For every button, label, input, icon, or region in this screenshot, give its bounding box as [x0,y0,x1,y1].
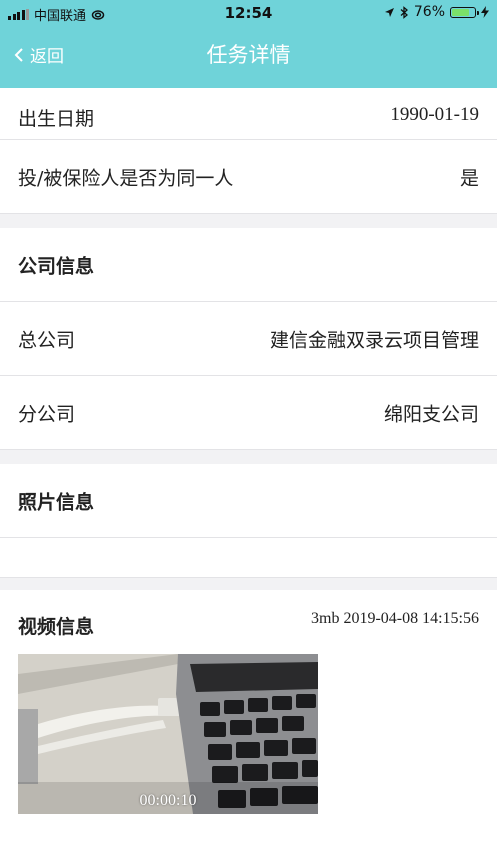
video-thumbnail[interactable]: 00:00:10 [18,654,318,814]
status-right: 76% [384,4,489,20]
section-divider [0,450,497,464]
charging-bolt-icon [481,6,489,18]
video-section: 视频信息 3mb 2019-04-08 14:15:56 00:00:10 [0,590,497,850]
head-office-row: 总公司 建信金融双录云项目管理 [0,302,497,376]
page-title: 任务详情 [206,43,291,67]
battery-level [452,8,469,16]
section-divider [0,578,497,590]
location-arrow-icon [384,7,394,17]
video-section-title: 视频信息 [18,616,95,638]
bluetooth-icon [400,5,408,19]
battery-icon [450,6,479,18]
branch-row: 分公司 绵阳支公司 [0,376,497,450]
same-person-row: 投/被保险人是否为同一人 是 [0,140,497,214]
branch-value: 绵阳支公司 [383,403,479,425]
section-divider [0,214,497,228]
photo-section-header: 照片信息 [0,464,497,538]
detail-content: 出生日期 1990-01-19 投/被保险人是否为同一人 是 公司信息 总公司 … [0,88,497,850]
head-office-value: 建信金融双录云项目管理 [269,329,479,351]
status-bar: 中国联通 12:54 76% [0,0,497,26]
birth-date-row: 出生日期 1990-01-19 [0,88,497,140]
head-office-label: 总公司 [18,329,76,351]
birth-date-label: 出生日期 [18,108,95,130]
same-person-value: 是 [459,167,479,189]
company-section-title: 公司信息 [18,255,95,277]
birth-date-value: 1990-01-19 [390,104,479,125]
photo-section-title: 照片信息 [18,491,95,513]
branch-label: 分公司 [18,403,76,425]
video-duration: 00:00:10 [139,792,197,809]
company-section-header: 公司信息 [0,228,497,302]
battery-percent: 76% [413,4,445,20]
video-frame-image [18,654,318,814]
nav-bar: 返回 任务详情 [0,26,497,88]
video-meta: 3mb 2019-04-08 14:15:56 [311,610,479,627]
same-person-label: 投/被保险人是否为同一人 [18,167,234,189]
photo-area [0,538,497,578]
